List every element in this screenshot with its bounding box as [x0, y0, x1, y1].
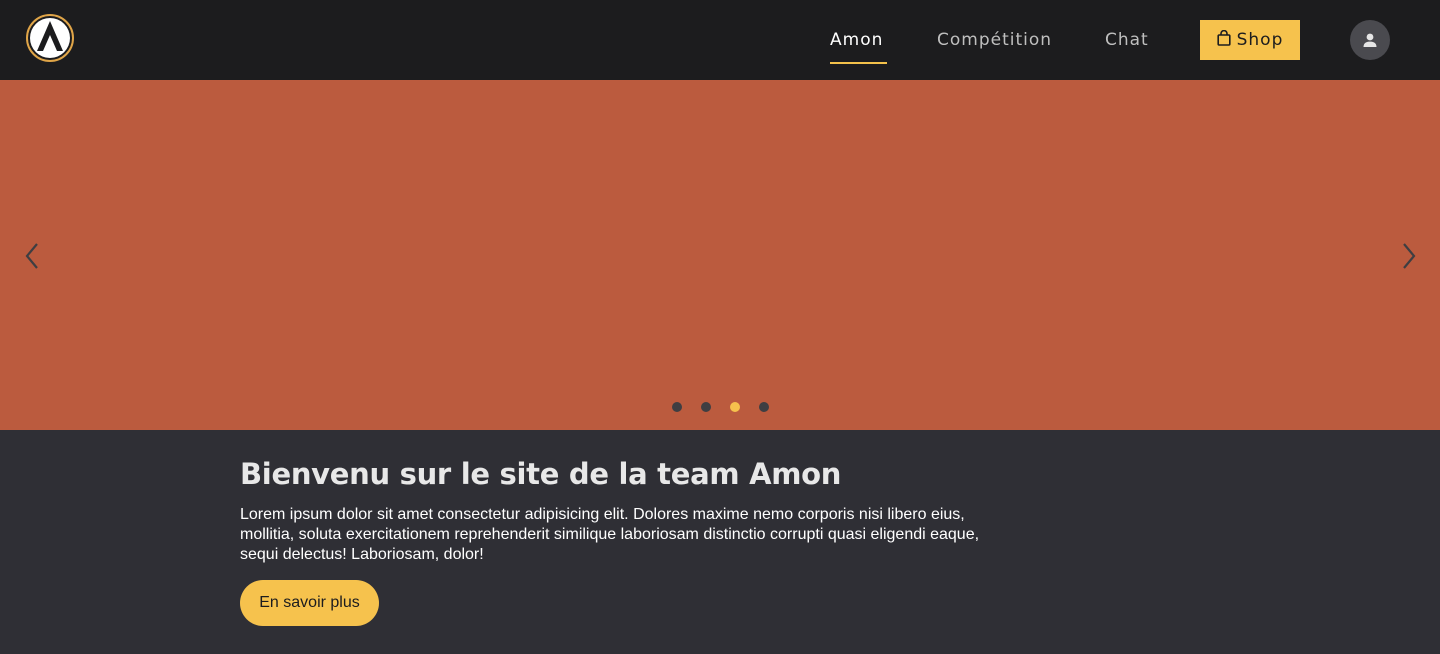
shopping-bag-icon	[1217, 29, 1231, 51]
chevron-right-icon[interactable]	[1399, 240, 1419, 272]
hero-title: Bienvenu sur le site de la team Amon	[240, 457, 842, 491]
nav-item-amon[interactable]: Amon	[830, 26, 883, 54]
chevron-left-icon[interactable]	[22, 240, 42, 272]
hero-text-section: Bienvenu sur le site de la team Amon Lor…	[240, 452, 1000, 565]
nav-item-chat[interactable]: Chat	[1105, 26, 1149, 54]
hero-carousel	[0, 80, 1440, 430]
carousel-dot-4[interactable]	[759, 402, 769, 412]
shop-button-label: Shop	[1236, 30, 1284, 50]
carousel-dot-3[interactable]	[730, 402, 740, 412]
carousel-dot-2[interactable]	[701, 402, 711, 412]
amon-logo-icon[interactable]	[25, 13, 75, 63]
carousel-indicators	[672, 402, 769, 412]
shop-button[interactable]: Shop	[1200, 20, 1300, 60]
user-avatar-icon[interactable]	[1350, 20, 1390, 60]
learn-more-button[interactable]: En savoir plus	[240, 580, 379, 626]
top-navigation-bar: Amon Compétition Chat Shop	[0, 0, 1440, 80]
nav-item-competition[interactable]: Compétition	[937, 26, 1052, 54]
carousel-dot-1[interactable]	[672, 402, 682, 412]
active-nav-indicator	[830, 62, 887, 64]
hero-description: Lorem ipsum dolor sit amet consectetur a…	[240, 506, 980, 563]
